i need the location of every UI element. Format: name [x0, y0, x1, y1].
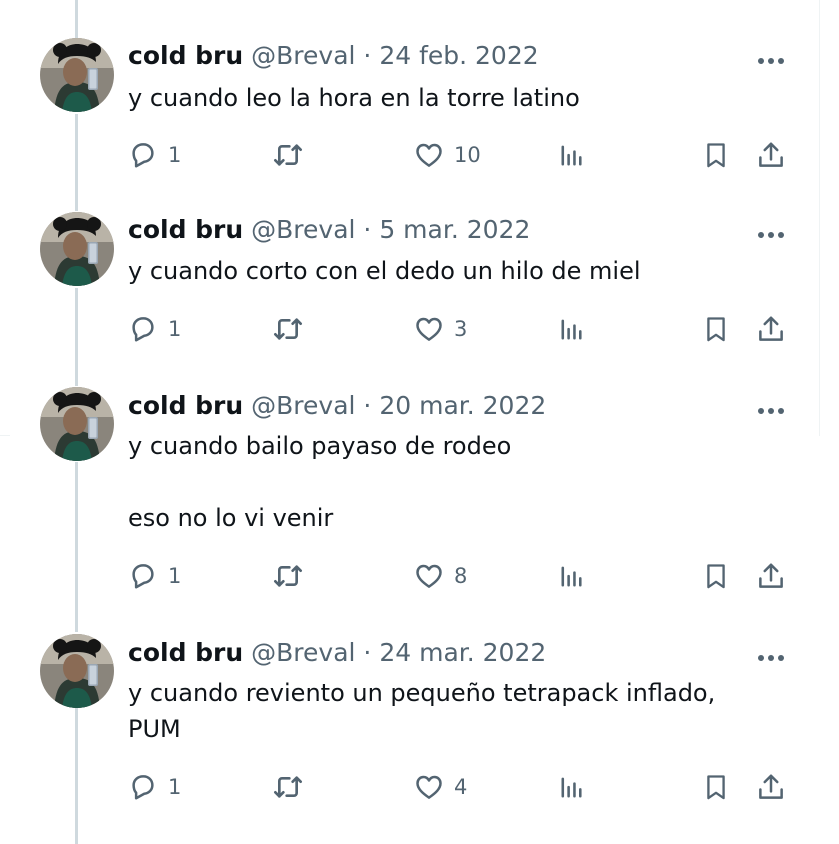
share-button[interactable] [756, 770, 786, 804]
like-button[interactable]: 4 [414, 770, 467, 804]
tweet-actions: 1 4 [128, 770, 788, 804]
tweet-date[interactable]: 24 mar. 2022 [379, 638, 546, 667]
like-count: 10 [454, 143, 481, 167]
retweet-icon [272, 771, 304, 803]
thread-line [75, 708, 78, 844]
author-handle[interactable]: @Breval [251, 215, 355, 244]
retweet-icon [272, 139, 304, 171]
tweet-actions: 1 8 [128, 559, 788, 593]
tweet-text: y cuando corto con el dedo un hilo de mi… [128, 257, 641, 285]
author-handle[interactable]: @Breval [251, 638, 355, 667]
author-name[interactable]: cold bru [128, 41, 243, 70]
views-button[interactable] [558, 770, 586, 804]
like-button[interactable]: 3 [414, 312, 467, 346]
more-icon[interactable] [756, 226, 786, 238]
reply-count: 1 [168, 564, 182, 588]
retweet-icon [272, 560, 304, 592]
share-icon [756, 561, 786, 591]
tweet-date[interactable]: 5 mar. 2022 [379, 215, 530, 244]
tweet-date[interactable]: 20 mar. 2022 [379, 391, 546, 420]
author-name[interactable]: cold bru [128, 391, 243, 420]
tweet-date[interactable]: 24 feb. 2022 [379, 41, 538, 70]
reply-button[interactable]: 1 [128, 312, 181, 346]
views-icon [558, 315, 586, 343]
avatar[interactable] [40, 212, 114, 286]
bookmark-icon [702, 561, 730, 591]
author-handle[interactable]: @Breval [251, 41, 355, 70]
author-handle[interactable]: @Breval [251, 391, 355, 420]
thread-line [75, 462, 78, 632]
bookmark-button[interactable] [702, 559, 730, 593]
bookmark-button[interactable] [702, 138, 730, 172]
like-count: 4 [454, 775, 468, 799]
share-button[interactable] [756, 559, 786, 593]
like-count: 3 [454, 317, 468, 341]
separator: · [363, 215, 372, 244]
reply-icon [128, 314, 158, 344]
share-icon [756, 140, 786, 170]
author-name[interactable]: cold bru [128, 215, 243, 244]
views-icon [558, 562, 586, 590]
reply-count: 1 [168, 775, 182, 799]
retweet-button[interactable] [272, 138, 304, 172]
bookmark-icon [702, 314, 730, 344]
tweet-text: y cuando bailo payaso de rodeo eso no lo… [128, 432, 512, 532]
thread-line [75, 114, 78, 211]
tweet-header: cold bru @Breval · 5 mar. 2022 [128, 215, 530, 245]
retweet-button[interactable] [272, 559, 304, 593]
reply-icon [128, 772, 158, 802]
reply-icon [128, 561, 158, 591]
views-icon [558, 773, 586, 801]
reply-icon [128, 140, 158, 170]
column-border [819, 0, 820, 436]
bookmark-button[interactable] [702, 312, 730, 346]
bookmark-icon [702, 772, 730, 802]
reply-button[interactable]: 1 [128, 138, 181, 172]
tweet-text: y cuando leo la hora en la torre latino [128, 84, 580, 112]
heart-icon [414, 561, 444, 591]
views-button[interactable] [558, 559, 586, 593]
tweet-header: cold bru @Breval · 24 feb. 2022 [128, 41, 539, 71]
reply-button[interactable]: 1 [128, 770, 181, 804]
retweet-button[interactable] [272, 770, 304, 804]
separator: · [363, 391, 372, 420]
like-button[interactable]: 8 [414, 559, 467, 593]
like-count: 8 [454, 564, 468, 588]
share-icon [756, 314, 786, 344]
share-button[interactable] [756, 138, 786, 172]
thread-line [75, 0, 78, 38]
heart-icon [414, 314, 444, 344]
tweet-header: cold bru @Breval · 20 mar. 2022 [128, 391, 546, 421]
avatar[interactable] [40, 38, 114, 112]
avatar[interactable] [40, 634, 114, 708]
reply-button[interactable]: 1 [128, 559, 181, 593]
tweet-header: cold bru @Breval · 24 mar. 2022 [128, 638, 546, 668]
reply-count: 1 [168, 143, 182, 167]
retweet-button[interactable] [272, 312, 304, 346]
views-icon [558, 141, 586, 169]
share-icon [756, 772, 786, 802]
separator: · [363, 638, 372, 667]
views-button[interactable] [558, 312, 586, 346]
like-button[interactable]: 10 [414, 138, 481, 172]
bookmark-icon [702, 140, 730, 170]
heart-icon [414, 140, 444, 170]
separator: · [363, 41, 372, 70]
views-button[interactable] [558, 138, 586, 172]
tweet-text: y cuando reviento un pequeño tetrapack i… [128, 679, 723, 743]
retweet-icon [272, 313, 304, 345]
more-icon[interactable] [756, 52, 786, 64]
more-icon[interactable] [756, 402, 786, 414]
thread-line [75, 288, 78, 386]
tweet-actions: 1 10 [128, 138, 788, 172]
reply-count: 1 [168, 317, 182, 341]
author-name[interactable]: cold bru [128, 638, 243, 667]
tweet-actions: 1 3 [128, 312, 788, 346]
heart-icon [414, 772, 444, 802]
bookmark-button[interactable] [702, 770, 730, 804]
share-button[interactable] [756, 312, 786, 346]
more-icon[interactable] [756, 649, 786, 661]
column-border-bottom [0, 435, 10, 436]
avatar[interactable] [40, 387, 114, 461]
